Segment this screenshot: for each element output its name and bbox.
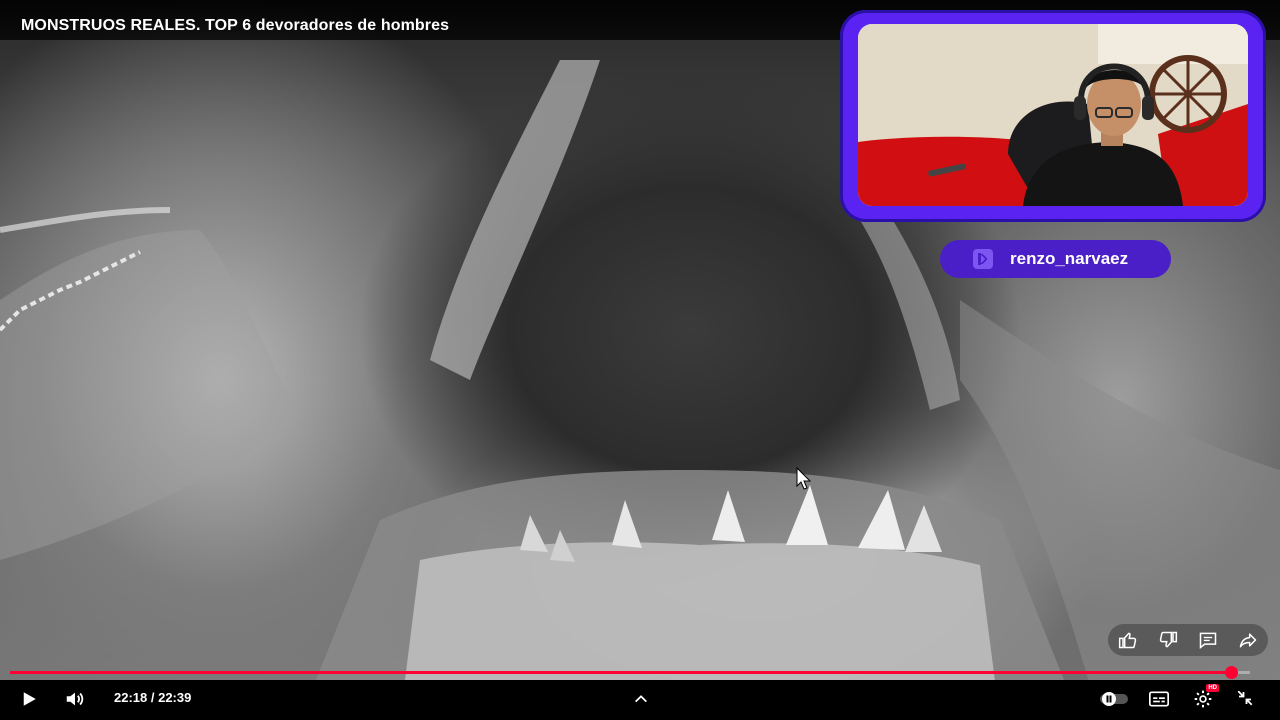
webcam-frame	[840, 10, 1266, 222]
play-icon[interactable]	[18, 688, 40, 710]
webcam-scene	[858, 24, 1248, 206]
captions-icon[interactable]	[1148, 688, 1170, 710]
current-time: 22:18	[114, 690, 148, 705]
gear-icon[interactable]: HD	[1191, 684, 1219, 711]
progress-bar[interactable]	[10, 666, 1250, 679]
autoplay-toggle-icon[interactable]	[1098, 688, 1132, 710]
chevron-up-icon[interactable]	[630, 688, 652, 710]
thumbs-up-icon[interactable]	[1116, 628, 1140, 652]
share-icon[interactable]	[1236, 628, 1260, 652]
progress-played	[10, 671, 1231, 674]
video-title[interactable]: MONSTRUOS REALES. TOP 6 devoradores de h…	[21, 17, 449, 35]
time-separator: /	[147, 690, 159, 705]
progress-scrubber[interactable]	[1225, 666, 1238, 679]
video-actions	[1108, 624, 1268, 656]
control-bar: 22:18 / 22:39 HD	[0, 680, 1280, 720]
duration: 22:39	[158, 690, 192, 705]
thumbs-down-icon[interactable]	[1156, 628, 1180, 652]
time-display: 22:18 / 22:39	[114, 690, 191, 705]
exit-fullscreen-icon[interactable]	[1234, 687, 1256, 709]
comment-icon[interactable]	[1196, 628, 1220, 652]
streamer-name-pill: renzo_narvaez	[940, 240, 1171, 278]
kick-logo-icon	[973, 249, 993, 269]
webcam-feed	[858, 24, 1248, 206]
hd-badge: HD	[1206, 684, 1219, 692]
volume-icon[interactable]	[63, 688, 87, 710]
streamer-name: renzo_narvaez	[1010, 249, 1129, 268]
